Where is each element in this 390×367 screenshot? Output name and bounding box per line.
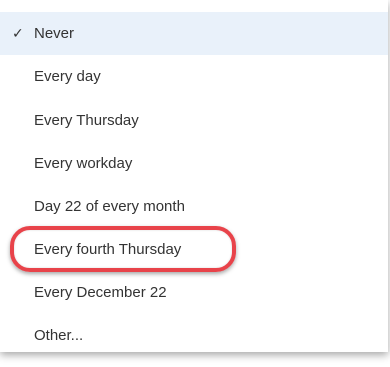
menu-item-every-workday[interactable]: Every workday — [0, 142, 388, 185]
menu-item-every-december-22[interactable]: Every December 22 — [0, 271, 388, 314]
menu-item-label: Never — [34, 25, 75, 42]
recurrence-dropdown-menu: ✓ Never Every day Every Thursday Every w… — [0, 0, 388, 352]
menu-item-label: Every workday — [34, 155, 133, 172]
menu-item-every-thursday[interactable]: Every Thursday — [0, 99, 388, 142]
menu-item-label: Every Thursday — [34, 112, 139, 129]
menu-item-day-22-every-month[interactable]: Day 22 of every month — [0, 185, 388, 228]
menu-item-never[interactable]: ✓ Never — [0, 12, 388, 55]
menu-item-label: Other... — [34, 327, 84, 344]
menu-item-other[interactable]: Other... — [0, 314, 388, 357]
menu-item-label: Every December 22 — [34, 284, 167, 301]
checkmark-icon: ✓ — [12, 25, 24, 41]
menu-item-label: Every day — [34, 68, 101, 85]
menu-item-every-fourth-thursday[interactable]: Every fourth Thursday — [0, 228, 388, 271]
menu-item-label: Day 22 of every month — [34, 198, 185, 215]
menu-item-label: Every fourth Thursday — [34, 241, 182, 258]
menu-item-every-day[interactable]: Every day — [0, 55, 388, 98]
